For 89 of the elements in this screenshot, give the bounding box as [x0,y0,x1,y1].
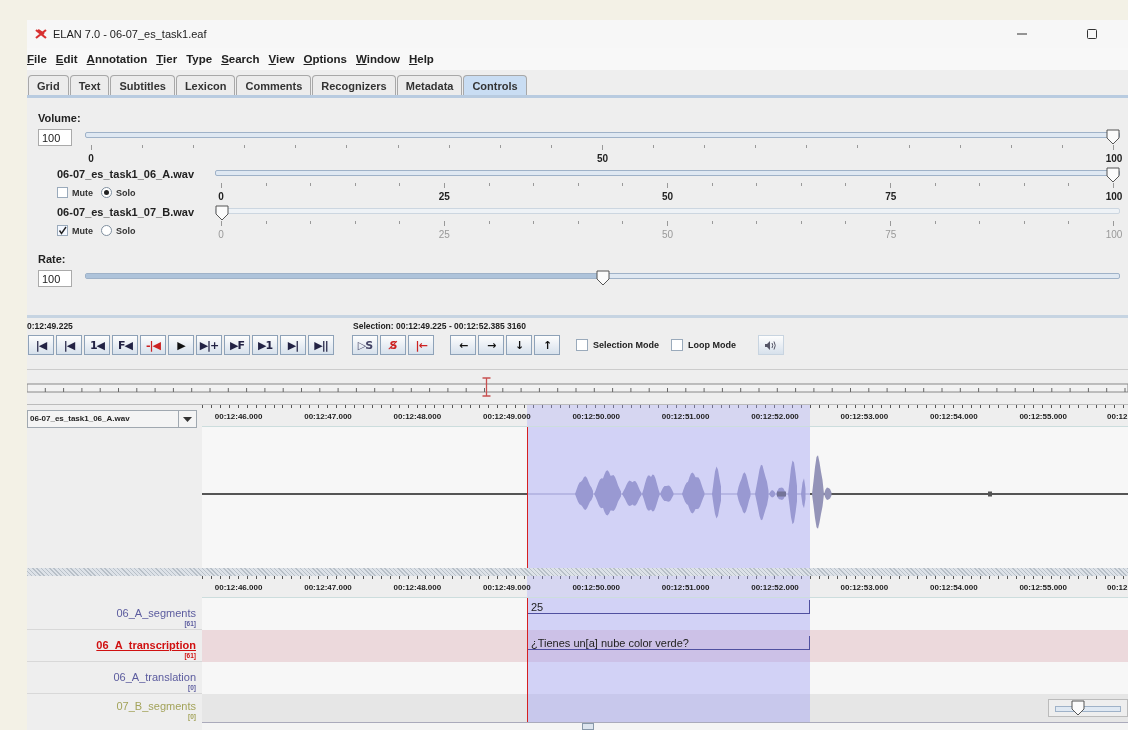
menu-item[interactable]: Help [408,53,438,65]
scale-label: 100 [1105,229,1123,240]
window-title: ELAN 7.0 - 06-07_es_task1.eaf [53,28,207,40]
player-button[interactable]: ▶ [168,335,194,355]
tab[interactable]: Controls [463,75,527,95]
ruler-label: 00:12:51.000 [661,583,710,592]
ruler-label: 00:12:52.000 [751,412,799,421]
solo-label: Solo [116,187,136,198]
menu-item[interactable]: Search [221,53,264,65]
current-time: 0:12:49.225 [27,321,74,331]
ruler-label: 00:12:55.000 [1019,412,1067,421]
rate-label: Rate: [38,253,67,267]
menu-item[interactable]: Tier [156,53,182,65]
annotation[interactable]: ¿Tienes un[a] nube color verde? [527,636,810,650]
tab[interactable]: Text [69,75,110,95]
menu-item[interactable]: View [268,53,299,65]
ruler-label: 00:12:54.000 [930,583,978,592]
scale-label: 100 [1105,191,1123,202]
tab[interactable]: Metadata [396,75,463,95]
player-button[interactable]: -|◀ [140,335,166,355]
tab[interactable]: Lexicon [175,75,236,95]
ruler-label: 00:12:48.000 [393,412,442,421]
player-button[interactable]: ▶F [224,335,250,355]
selection-info: Selection: 00:12:49.225 - 00:12:52.385 3160 [353,321,526,331]
scale-label: 50 [596,153,609,164]
player-button[interactable]: ▶|+ [196,335,222,355]
ruler-label: 00:12:53.000 [840,412,889,421]
player-button[interactable]: |← [408,335,434,355]
rate-field[interactable]: 100 [38,270,72,287]
solo-label: Solo [116,225,136,236]
volume-label: Volume: [38,112,82,126]
menu-item[interactable]: Annotation [86,53,152,65]
ruler-label: 00:12 [1107,583,1128,592]
ruler-label: 00:12 [1107,412,1128,421]
ruler-label: 00:12:48.000 [393,583,442,592]
tab[interactable]: Comments [236,75,312,95]
tab[interactable]: Recognizers [312,75,396,95]
ruler-label: 00:12:47.000 [304,412,352,421]
player-button[interactable]: S̸ [380,335,406,355]
media-dropdown[interactable]: 06-07_es_task1_06_A.wav [27,410,197,428]
ruler-label: 00:12:52.000 [751,583,799,592]
mute-label: Mute [72,187,93,198]
ruler-label: 00:12:46.000 [214,583,263,592]
scale-label: 0 [218,191,224,202]
volume-field[interactable]: 100 [38,129,72,146]
player-button[interactable]: ↑ [534,335,560,355]
player-button[interactable]: |◀ [28,335,54,355]
ruler-label: 00:12:54.000 [930,412,978,421]
menu-item[interactable]: Window [356,53,404,65]
scale-label: 0 [218,229,224,240]
ruler-label: 00:12:55.000 [1019,583,1067,592]
ruler-label: 00:12:47.000 [304,583,352,592]
ruler-label: 00:12:50.000 [572,583,620,592]
track-name: 06-07_es_task1_06_A.wav [57,167,195,181]
menu-item[interactable]: Options [303,53,351,65]
player-button[interactable]: |◀ [56,335,82,355]
player-button[interactable]: 1◀ [84,335,110,355]
scale-label: 75 [885,191,897,202]
player-button[interactable]: ↓ [506,335,532,355]
menu-item[interactable]: File [27,53,51,65]
player-button[interactable]: F◀ [112,335,138,355]
scale-label: 25 [438,229,450,240]
player-button[interactable]: ▶1 [252,335,278,355]
player-button[interactable]: → [478,335,504,355]
ruler-label: 00:12:49.000 [483,412,531,421]
ruler-label: 00:12:53.000 [840,583,889,592]
player-button[interactable]: ▶|| [308,335,334,355]
track-name: 06-07_es_task1_07_B.wav [57,205,195,219]
ruler-label: 00:12:50.000 [572,412,620,421]
mute-label: Mute [72,225,93,236]
ruler-label: 00:12:49.000 [483,583,531,592]
player-button[interactable]: ▷S [352,335,378,355]
menu-item[interactable]: Type [186,53,217,65]
scale-label: 25 [438,191,450,202]
player-button[interactable]: ← [450,335,476,355]
annotation[interactable]: 25 [527,600,810,614]
mode-label: Selection Mode [593,340,659,350]
scale-label: 75 [885,229,897,240]
ruler-label: 00:12:51.000 [661,412,710,421]
scale-label: 0 [88,153,94,164]
player-button[interactable]: ▶| [280,335,306,355]
ruler-label: 00:12:46.000 [214,412,263,421]
menu-item[interactable]: Edit [55,53,82,65]
tab[interactable]: Grid [28,75,69,95]
tab[interactable]: Subtitles [110,75,175,95]
scale-label: 50 [661,229,674,240]
scale-label: 50 [661,191,674,202]
mode-label: Loop Mode [688,340,736,350]
scale-label: 100 [1105,153,1123,164]
